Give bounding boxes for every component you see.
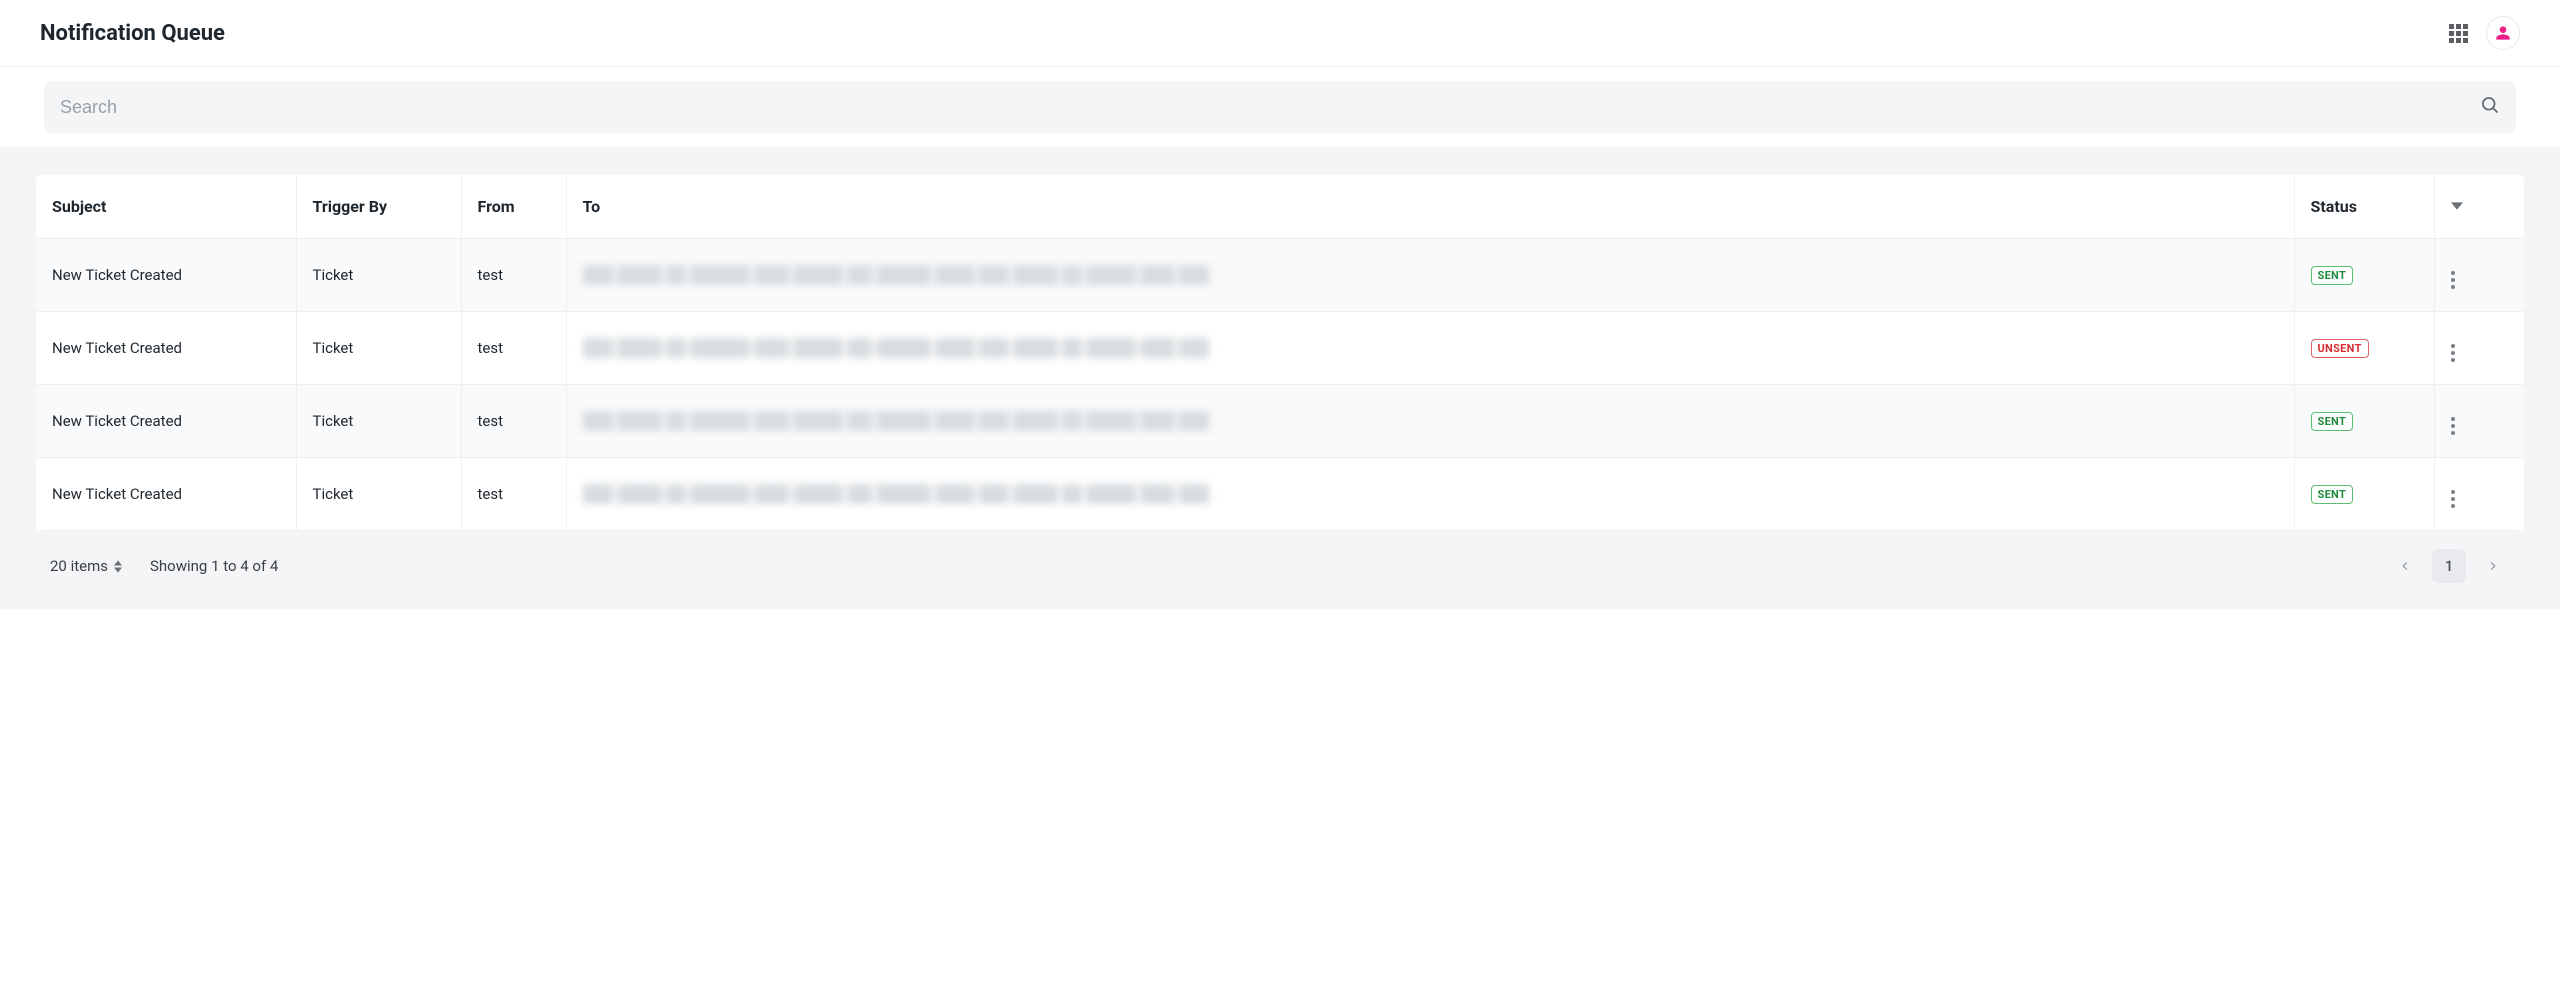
cell-trigger-by: Ticket	[296, 312, 461, 385]
content-area: Subject Trigger By From To Status New Ti…	[0, 147, 2560, 609]
row-menu-button[interactable]	[2451, 490, 2455, 508]
page-size-selector[interactable]: 20 items	[50, 557, 122, 575]
page-title: Notification Queue	[40, 21, 225, 46]
cell-to	[566, 385, 2294, 458]
table-footer: 20 items Showing 1 to 4 of 4 1	[36, 531, 2524, 589]
cell-subject: New Ticket Created	[36, 239, 296, 312]
apps-grid-icon[interactable]	[2449, 24, 2468, 43]
cell-to	[566, 239, 2294, 312]
footer-left: 20 items Showing 1 to 4 of 4	[50, 557, 278, 575]
cell-to	[566, 312, 2294, 385]
cell-actions	[2434, 312, 2524, 385]
table-header-row: Subject Trigger By From To Status	[36, 175, 2524, 239]
table-row[interactable]: New Ticket CreatedTickettest UNSENT	[36, 312, 2524, 385]
page-header: Notification Queue	[0, 0, 2560, 67]
cell-status: SENT	[2294, 239, 2434, 312]
header-actions	[2449, 16, 2520, 50]
status-badge: SENT	[2311, 485, 2354, 504]
cell-subject: New Ticket Created	[36, 385, 296, 458]
searchbar	[44, 81, 2516, 133]
redacted-content	[583, 484, 2278, 504]
status-badge: UNSENT	[2311, 339, 2369, 358]
cell-from: test	[461, 385, 566, 458]
current-page[interactable]: 1	[2432, 549, 2466, 583]
showing-text: Showing 1 to 4 of 4	[150, 557, 278, 575]
prev-page-button[interactable]	[2388, 549, 2422, 583]
cell-to	[566, 458, 2294, 531]
cell-trigger-by: Ticket	[296, 385, 461, 458]
user-icon	[2495, 25, 2511, 41]
table-row[interactable]: New Ticket CreatedTickettest SENT	[36, 239, 2524, 312]
searchbar-container	[0, 67, 2560, 147]
col-header-to[interactable]: To	[566, 175, 2294, 239]
cell-subject: New Ticket Created	[36, 312, 296, 385]
col-header-from[interactable]: From	[461, 175, 566, 239]
redacted-content	[583, 265, 2278, 285]
cell-status: SENT	[2294, 385, 2434, 458]
pagination: 1	[2388, 549, 2510, 583]
search-icon[interactable]	[2480, 95, 2500, 119]
search-input[interactable]	[60, 97, 2480, 118]
notification-table: Subject Trigger By From To Status New Ti…	[36, 175, 2524, 531]
cell-from: test	[461, 312, 566, 385]
cell-trigger-by: Ticket	[296, 239, 461, 312]
table-row[interactable]: New Ticket CreatedTickettest SENT	[36, 458, 2524, 531]
chevron-right-icon	[2486, 559, 2500, 573]
status-badge: SENT	[2311, 266, 2354, 285]
cell-status: SENT	[2294, 458, 2434, 531]
row-menu-button[interactable]	[2451, 417, 2455, 435]
row-menu-button[interactable]	[2451, 271, 2455, 289]
next-page-button[interactable]	[2476, 549, 2510, 583]
row-menu-button[interactable]	[2451, 344, 2455, 362]
table-row[interactable]: New Ticket CreatedTickettest SENT	[36, 385, 2524, 458]
redacted-content	[583, 411, 2278, 431]
chevron-left-icon	[2398, 559, 2412, 573]
sort-icon	[114, 560, 122, 573]
col-header-actions[interactable]	[2434, 175, 2524, 239]
cell-from: test	[461, 458, 566, 531]
redacted-content	[583, 338, 2278, 358]
col-header-status[interactable]: Status	[2294, 175, 2434, 239]
cell-trigger-by: Ticket	[296, 458, 461, 531]
caret-down-icon	[2451, 200, 2463, 212]
col-header-trigger[interactable]: Trigger By	[296, 175, 461, 239]
cell-status: UNSENT	[2294, 312, 2434, 385]
cell-actions	[2434, 385, 2524, 458]
cell-actions	[2434, 458, 2524, 531]
cell-from: test	[461, 239, 566, 312]
user-avatar[interactable]	[2486, 16, 2520, 50]
page-size-label: 20 items	[50, 557, 108, 575]
cell-actions	[2434, 239, 2524, 312]
cell-subject: New Ticket Created	[36, 458, 296, 531]
status-badge: SENT	[2311, 412, 2354, 431]
col-header-subject[interactable]: Subject	[36, 175, 296, 239]
